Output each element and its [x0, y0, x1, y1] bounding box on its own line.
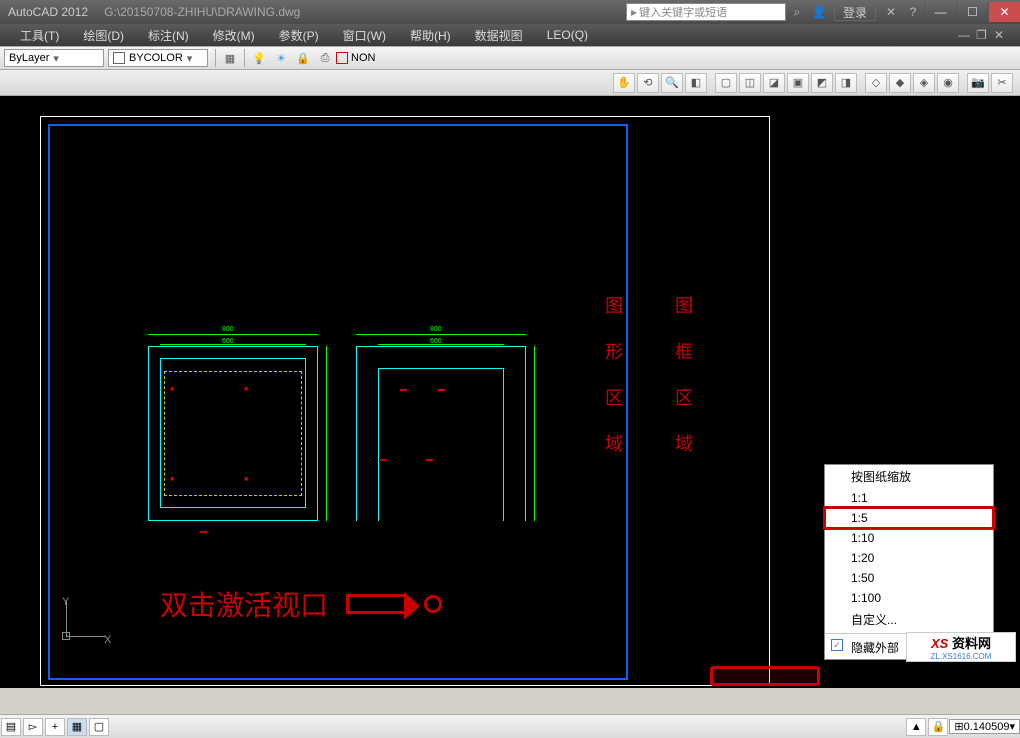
callout-highlight — [710, 666, 820, 686]
watermark: XS 资料网 ZL.XS1616.COM — [906, 632, 1016, 662]
color-dropdown[interactable]: BYCOLOR — [108, 49, 208, 67]
annotation-icon[interactable]: ▲ — [906, 718, 926, 736]
linetype-dropdown[interactable]: ByLayer — [4, 49, 104, 67]
properties-toolbar: ByLayer BYCOLOR ▦ 💡 ☀ 🔒 ⎙ NON — [0, 46, 1020, 70]
drawing-area[interactable]: 800 600 ■ ■ ■ ■ ▬ 800 600 ▬ ▬ ▬ ▬ 图形区域 图… — [0, 96, 1020, 688]
scale-option-custom[interactable]: 自定义... — [825, 608, 993, 631]
layout-flag-icon[interactable]: ▻ — [23, 718, 43, 736]
plot-icon[interactable]: ⎙ — [314, 49, 336, 67]
lamp-icon[interactable]: 💡 — [248, 49, 270, 67]
lock-icon[interactable]: 🔒 — [292, 49, 314, 67]
3d-conceptual-icon[interactable]: ◩ — [811, 73, 833, 93]
label: ■ — [244, 386, 248, 393]
vs-shade-icon[interactable]: ◆ — [889, 73, 911, 93]
vs-wire-icon[interactable]: ◇ — [865, 73, 887, 93]
doc-minimize-icon[interactable]: — — [958, 28, 976, 42]
3d-wire-icon[interactable]: ◫ — [739, 73, 761, 93]
clip-icon[interactable]: ✂ — [991, 73, 1013, 93]
search-input[interactable]: 键入关键字或短语 — [626, 3, 786, 21]
scale-option[interactable]: 1:100 — [825, 588, 993, 608]
quickview-icon[interactable]: + — [45, 718, 65, 736]
scale-option[interactable]: 1:5 — [825, 508, 993, 528]
layer-non[interactable]: NON — [336, 52, 375, 64]
app-name: AutoCAD 2012 — [0, 5, 96, 19]
3d-shaded-icon[interactable]: ◨ — [835, 73, 857, 93]
dim-text: 800 — [222, 326, 234, 333]
doc-restore-icon[interactable]: ❐ — [976, 28, 994, 42]
menu-help[interactable]: 帮助(H) — [398, 27, 463, 44]
dim-line — [326, 346, 327, 521]
menu-window[interactable]: 窗口(W) — [331, 27, 398, 44]
maximize-button[interactable]: ☐ — [956, 2, 988, 22]
drawing-section — [164, 371, 302, 496]
scale-lock-icon[interactable]: 🔒 — [928, 718, 948, 736]
visual-styles-toolbar: ✋ ⟲ 🔍 ◧ ▢ ◫ ◪ ▣ ◩ ◨ ◇ ◆ ◈ ◉ 📷 ✂ — [0, 70, 1020, 96]
layer-icon[interactable]: ▦ — [219, 49, 241, 67]
model-tab-icon[interactable]: ▤ — [1, 718, 21, 736]
drawings-icon[interactable]: ▢ — [89, 718, 109, 736]
render-icon[interactable]: ◉ — [937, 73, 959, 93]
label: ■ — [244, 476, 248, 483]
user-icon[interactable]: 👤 — [809, 2, 829, 22]
label-drawing-area: 图形区域 — [600, 296, 626, 480]
camera-icon[interactable]: 📷 — [967, 73, 989, 93]
scale-menu: 按图纸缩放 1:1 1:5 1:10 1:20 1:50 1:100 自定义..… — [824, 464, 994, 660]
zoom-icon[interactable]: 🔍 — [661, 73, 683, 93]
label-frame-area: 图框区域 — [670, 296, 696, 480]
menu-parametric[interactable]: 参数(P) — [267, 27, 331, 44]
box-icon[interactable]: ▢ — [715, 73, 737, 93]
infocenter-icon[interactable]: ⌕ — [787, 2, 807, 22]
annotation-instruction: 双击激活视口 — [160, 584, 442, 624]
login-button[interactable]: 登录 — [834, 3, 876, 21]
viewcube-icon[interactable]: ◧ — [685, 73, 707, 93]
label: ▬ — [380, 456, 387, 463]
dim-text: 600 — [222, 338, 234, 345]
dim-line — [534, 346, 535, 521]
pan-icon[interactable]: ✋ — [613, 73, 635, 93]
scale-option[interactable]: 1:50 — [825, 568, 993, 588]
menu-bar: 工具(T) 绘图(D) 标注(N) 修改(M) 参数(P) 窗口(W) 帮助(H… — [0, 24, 1020, 46]
label: ■ — [170, 386, 174, 393]
arrow-icon — [346, 594, 406, 614]
dim-text: 600 — [430, 338, 442, 345]
label: ▬ — [426, 456, 433, 463]
status-bar: ▤ ▻ + ▦ ▢ ▲ 🔒 0.140509 — [0, 714, 1020, 738]
help-icon[interactable]: ? — [903, 2, 923, 22]
vs-edge-icon[interactable]: ◈ — [913, 73, 935, 93]
label: ▬ — [200, 528, 207, 535]
label: ▬ — [400, 386, 407, 393]
label: ■ — [170, 476, 174, 483]
orbit-icon[interactable]: ⟲ — [637, 73, 659, 93]
label: ▬ — [438, 386, 445, 393]
menu-leo[interactable]: LEO(Q) — [535, 28, 600, 42]
3d-realistic-icon[interactable]: ▣ — [787, 73, 809, 93]
menu-tools[interactable]: 工具(T) — [8, 27, 71, 44]
menu-modify[interactable]: 修改(M) — [201, 27, 267, 44]
sun-icon[interactable]: ☀ — [270, 49, 292, 67]
3d-hidden-icon[interactable]: ◪ — [763, 73, 785, 93]
annotation-scale-dropdown[interactable]: 0.140509 — [949, 719, 1020, 734]
dim-line — [356, 334, 526, 335]
scale-option[interactable]: 1:1 — [825, 488, 993, 508]
exchange-icon[interactable]: ✕ — [881, 2, 901, 22]
target-circle-icon — [424, 595, 442, 613]
scale-option[interactable]: 1:20 — [825, 548, 993, 568]
close-button[interactable]: ✕ — [988, 2, 1020, 22]
scale-menu-header: 按图纸缩放 — [825, 465, 993, 488]
dim-text: 800 — [430, 326, 442, 333]
scale-option[interactable]: 1:10 — [825, 528, 993, 548]
layouts-icon[interactable]: ▦ — [67, 718, 87, 736]
menu-dataview[interactable]: 数据视图 — [463, 27, 535, 44]
file-path: G:\20150708-ZHIHU\DRAWING.dwg — [96, 5, 300, 19]
menu-draw[interactable]: 绘图(D) — [71, 27, 136, 44]
minimize-button[interactable]: — — [924, 2, 956, 22]
menu-dimension[interactable]: 标注(N) — [136, 27, 201, 44]
doc-close-icon[interactable]: ✕ — [994, 28, 1012, 42]
title-bar: AutoCAD 2012 G:\20150708-ZHIHU\DRAWING.d… — [0, 0, 1020, 24]
dim-line — [148, 334, 318, 335]
